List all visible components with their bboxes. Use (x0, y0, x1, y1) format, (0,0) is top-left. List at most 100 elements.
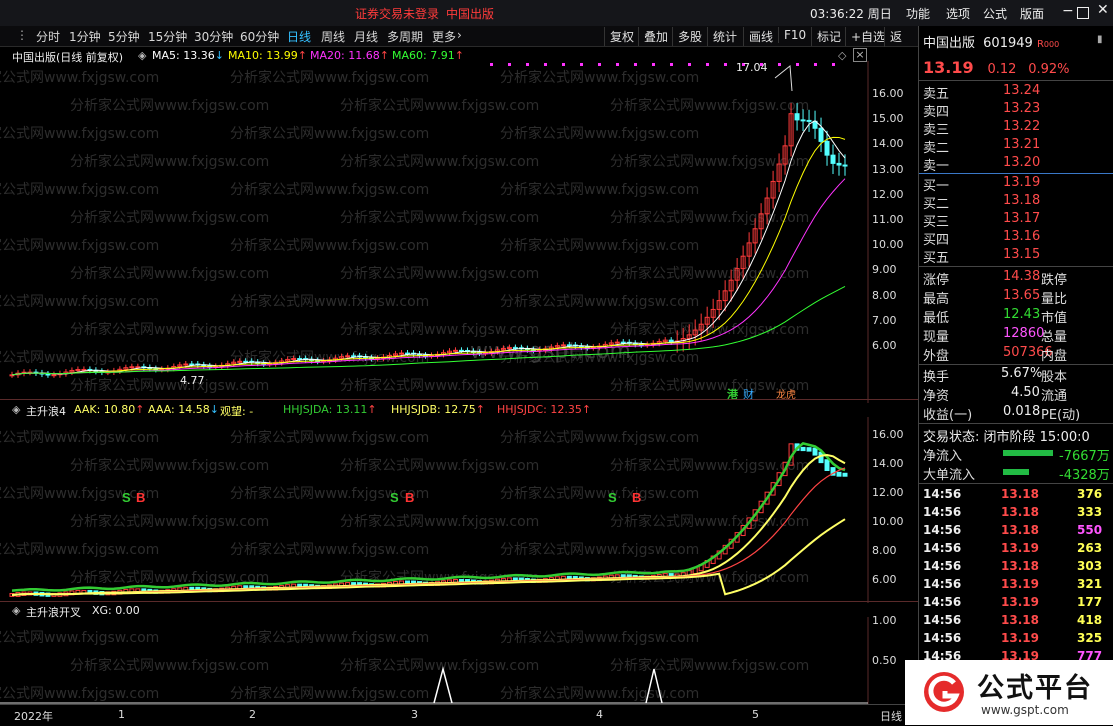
y-tick-label: 12.00 (872, 187, 904, 201)
btn-f10[interactable]: F10 (778, 27, 811, 43)
btn-statistics[interactable]: 统计 (707, 27, 742, 46)
ask-bid-divider (919, 173, 1113, 174)
y-tick-label: 16.00 (872, 87, 904, 100)
bid-3[interactable]: 买三 13.17 (923, 211, 1113, 230)
ind1-candle (842, 472, 848, 477)
close-panel-icon[interactable]: × (853, 48, 867, 62)
y-tick-label: 14.00 (872, 137, 904, 151)
candle-body (345, 355, 351, 358)
period-daily[interactable]: 日线 (287, 28, 311, 45)
btn-draw[interactable]: 画线 (743, 27, 778, 46)
panel-separator-2[interactable] (0, 601, 918, 602)
indicator2-settings-icon[interactable]: ◈ (12, 604, 20, 617)
y-tick-label: 6.00 (872, 339, 897, 352)
period-15min[interactable]: 15分钟 (148, 28, 187, 45)
x-label-may: 5 (752, 708, 759, 721)
btn-mark[interactable]: 标记 (811, 27, 846, 46)
tick-row: 14:56 13.19 321 (923, 577, 1103, 591)
stat-eps: 收益(一) 0.018 PE(动) (923, 404, 1081, 423)
candle-body (399, 352, 405, 355)
period-1min[interactable]: 1分钟 (69, 28, 101, 45)
period-weekly[interactable]: 周线 (321, 28, 345, 45)
x-label-jan: 1 (118, 708, 125, 721)
x-period-label[interactable]: 日线 (880, 708, 902, 724)
candlestick-chart[interactable] (0, 61, 918, 403)
stat-current-vol: 现量 12860 总量 (923, 326, 1068, 345)
signal-label: S (608, 490, 617, 505)
quote-stock-name: 中国出版 (923, 36, 976, 51)
period-intraday[interactable]: 分时 (36, 28, 60, 45)
login-status[interactable]: 证券交易未登录 (355, 5, 439, 22)
ask-3[interactable]: 卖三 13.22 (923, 119, 1113, 138)
top-bar: 证券交易未登录 中国出版 03:36:22 周日 功能 选项 公式 版面 − ✕ (0, 0, 1113, 27)
signal-label: S (122, 490, 131, 505)
signal-label: B (405, 490, 414, 505)
menu-options[interactable]: 选项 (946, 5, 970, 22)
stat-turnover: 换手 5.67% 股本 (923, 366, 1068, 385)
menu-function[interactable]: 功能 (906, 5, 930, 22)
btn-restore-rights[interactable]: 复权 (604, 27, 639, 46)
quote-divider (919, 80, 1113, 81)
candle-body (51, 374, 57, 377)
menu-formula[interactable]: 公式 (983, 5, 1007, 22)
ask-5[interactable]: 卖五 13.24 (923, 83, 1113, 102)
signal-dot (562, 63, 565, 66)
indicator1-param: HHJSJDC: 12.35↑ (497, 403, 592, 416)
tick-row: 14:56 13.19 263 (923, 541, 1103, 555)
candle-body (237, 360, 243, 363)
candle-body (452, 349, 458, 352)
xg-spike (433, 666, 453, 704)
bid-1[interactable]: 买一 13.19 (923, 175, 1113, 194)
bid-5[interactable]: 买五 13.15 (923, 247, 1113, 266)
x-label-apr: 4 (596, 708, 603, 721)
period-30min[interactable]: 30分钟 (194, 28, 233, 45)
chevron-right-icon[interactable]: › (457, 28, 462, 42)
indicator2-chart[interactable] (0, 617, 918, 705)
candle-body (183, 363, 189, 366)
bid-4[interactable]: 买四 13.16 (923, 229, 1113, 248)
indicator1-settings-icon[interactable]: ◈ (12, 403, 20, 416)
stat-outer: 外盘 507366 内盘 (923, 345, 1068, 364)
signal-dot (778, 63, 781, 66)
signal-dot (706, 63, 709, 66)
period-multi[interactable]: 多周期 (387, 28, 423, 45)
chart-area[interactable]: 分析家公式网www.fxjgsw.com分析家公式网www.fxjgsw.com… (0, 47, 918, 726)
ask-2[interactable]: 卖二 13.21 (923, 137, 1113, 156)
period-monthly[interactable]: 月线 (354, 28, 378, 45)
tick-row: 14:56 13.19 177 (923, 595, 1103, 609)
indicator1-chart[interactable]: SBSBSB (0, 417, 918, 603)
quote-scroll-icon[interactable]: ▮ (1097, 34, 1103, 45)
indicator1-param: HHJSJDB: 12.75↑ (391, 403, 485, 416)
btn-overlay[interactable]: 叠加 (638, 27, 673, 46)
candle-body (836, 162, 842, 166)
tick-row: 14:56 13.18 376 (923, 487, 1103, 501)
maximize-icon[interactable] (1077, 7, 1089, 19)
candle-body (291, 358, 297, 361)
ask-1[interactable]: 卖一 13.20 (923, 155, 1113, 174)
y-tick-label: 9.00 (872, 263, 897, 277)
candle-body (506, 347, 512, 350)
brand-logo: 公式平台 www.gspt.com (905, 660, 1113, 725)
candle-body (135, 366, 141, 369)
brand-logo-icon (924, 672, 964, 712)
candle-body (129, 366, 135, 369)
ind1-candle (812, 447, 818, 456)
period-5min[interactable]: 5分钟 (108, 28, 140, 45)
bid-2[interactable]: 买二 13.18 (923, 193, 1113, 212)
ma-line (11, 285, 846, 376)
high-pointer (774, 65, 793, 92)
quote-divider-2 (919, 266, 1113, 267)
ask-4[interactable]: 卖四 13.23 (923, 101, 1113, 120)
signal-dot (634, 63, 637, 66)
period-60min[interactable]: 60分钟 (240, 28, 279, 45)
menu-layout[interactable]: 版面 (1020, 5, 1044, 22)
btn-multi-stock[interactable]: 多股 (672, 27, 707, 46)
minimize-icon[interactable]: − (1062, 3, 1074, 19)
period-more[interactable]: 更多 (432, 28, 456, 45)
flow-net: 净流入 -7667万 (923, 449, 1110, 464)
candle-body (824, 140, 830, 156)
panel-separator[interactable] (0, 399, 918, 400)
close-icon[interactable]: ✕ (1097, 2, 1109, 18)
y-tick-label: 10.00 (872, 238, 904, 252)
top-stock-name: 中国出版 (446, 7, 495, 21)
